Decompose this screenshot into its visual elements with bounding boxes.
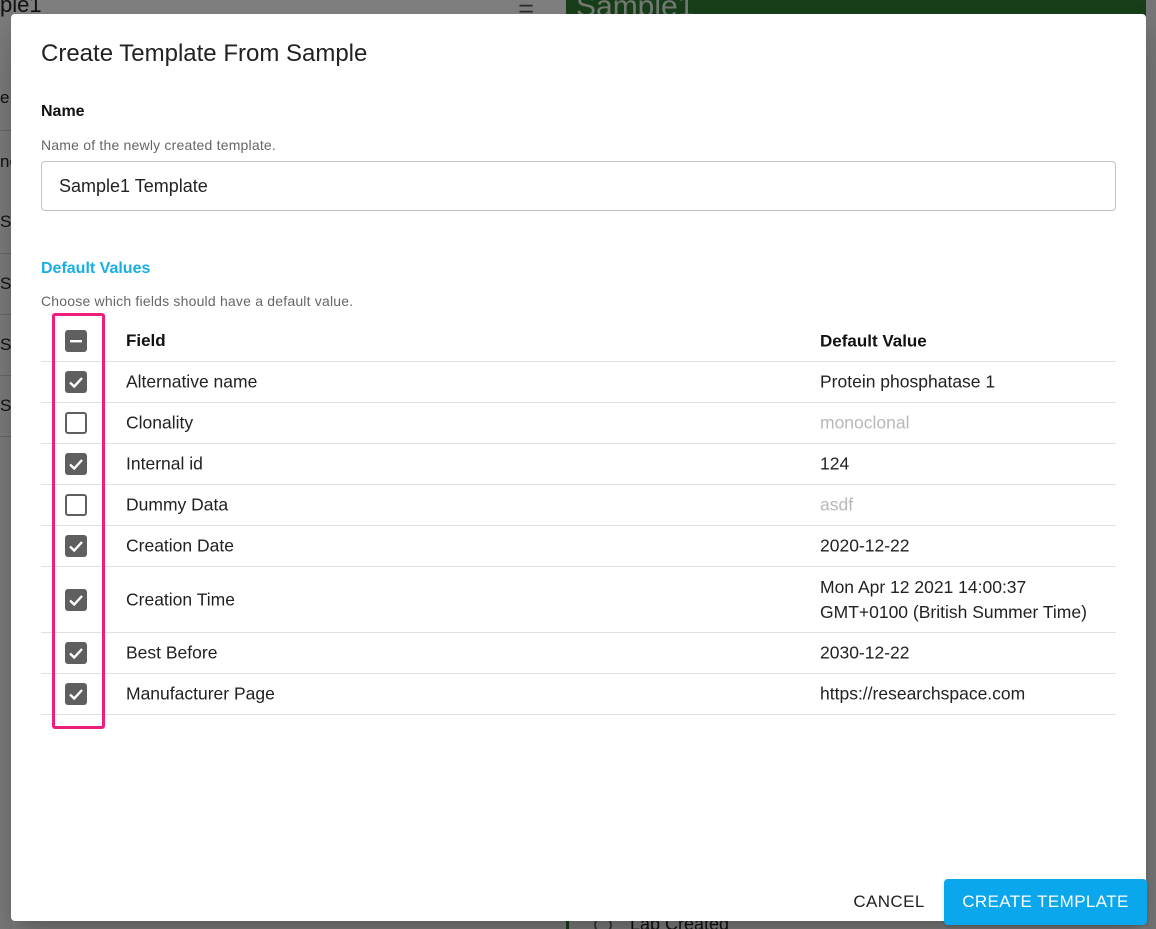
default-value: https://researchspace.com — [820, 683, 1026, 704]
row-checkbox[interactable] — [64, 452, 88, 476]
table-row: Internal id 124 — [41, 444, 1116, 485]
field-name: Clonality — [126, 412, 194, 433]
indeterminate-icon — [65, 329, 87, 352]
select-all-checkbox[interactable] — [64, 329, 88, 353]
checkmark-icon — [65, 371, 87, 393]
template-name-input[interactable] — [41, 161, 1116, 211]
empty-checkbox-icon — [65, 494, 87, 516]
default-value: asdf — [820, 494, 854, 515]
table-row: Creation Date 2020-12-22 — [41, 526, 1116, 567]
name-label: Name — [41, 103, 85, 120]
row-checkbox[interactable] — [64, 411, 88, 435]
default-value: Mon Apr 12 2021 14:00:37 GMT+0100 (Briti… — [820, 575, 1087, 625]
default-value: Protein phosphatase 1 — [820, 371, 996, 392]
row-checkbox[interactable] — [64, 493, 88, 517]
field-name: Manufacturer Page — [126, 683, 275, 704]
checkmark-icon — [65, 588, 87, 611]
field-name: Best Before — [126, 642, 218, 663]
default-value-line: Mon Apr 12 2021 14:00:37 — [820, 576, 1027, 597]
default-values-help-text: Choose which fields should have a defaul… — [41, 293, 354, 309]
table-row: Best Before 2030-12-22 — [41, 633, 1116, 674]
field-name: Dummy Data — [126, 494, 229, 515]
row-checkbox[interactable] — [64, 682, 88, 706]
default-value: 124 — [820, 453, 850, 474]
create-template-button[interactable]: CREATE TEMPLATE — [944, 879, 1147, 925]
table-row: Creation Time Mon Apr 12 2021 14:00:37 G… — [41, 567, 1116, 633]
name-help-text: Name of the newly created template. — [41, 137, 277, 153]
empty-checkbox-icon — [65, 412, 87, 434]
table-header-row: Field Default Value — [41, 320, 1116, 362]
column-header-default-value: Default Value — [820, 331, 927, 350]
default-value: 2020-12-22 — [820, 535, 910, 556]
field-name: Creation Time — [126, 589, 235, 609]
table-row: Manufacturer Page https://researchspace.… — [41, 674, 1116, 715]
row-checkbox[interactable] — [64, 588, 88, 612]
default-value-line: GMT+0100 (British Summer Time) — [820, 601, 1087, 622]
checkmark-icon — [65, 642, 87, 664]
table-row: Dummy Data asdf — [41, 485, 1116, 526]
column-header-field: Field — [126, 330, 166, 350]
row-checkbox[interactable] — [64, 370, 88, 394]
checkmark-icon — [65, 683, 87, 705]
table-row: Clonality monoclonal — [41, 403, 1116, 444]
default-value: 2030-12-22 — [820, 642, 910, 663]
checkmark-icon — [65, 535, 87, 557]
field-name: Creation Date — [126, 535, 234, 556]
checkmark-icon — [65, 453, 87, 475]
field-name: Alternative name — [126, 371, 258, 392]
default-values-heading: Default Values — [41, 260, 151, 277]
field-name: Internal id — [126, 453, 203, 474]
row-checkbox[interactable] — [64, 534, 88, 558]
dialog-title: Create Template From Sample — [41, 40, 368, 67]
row-checkbox[interactable] — [64, 641, 88, 665]
table-row: Alternative name Protein phosphatase 1 — [41, 362, 1116, 403]
cancel-button[interactable]: CANCEL — [829, 879, 949, 925]
default-values-table: Field Default Value Alternative name Pro… — [41, 320, 1116, 715]
default-value: monoclonal — [820, 412, 910, 433]
create-template-dialog: Create Template From Sample Name Name of… — [11, 14, 1147, 925]
